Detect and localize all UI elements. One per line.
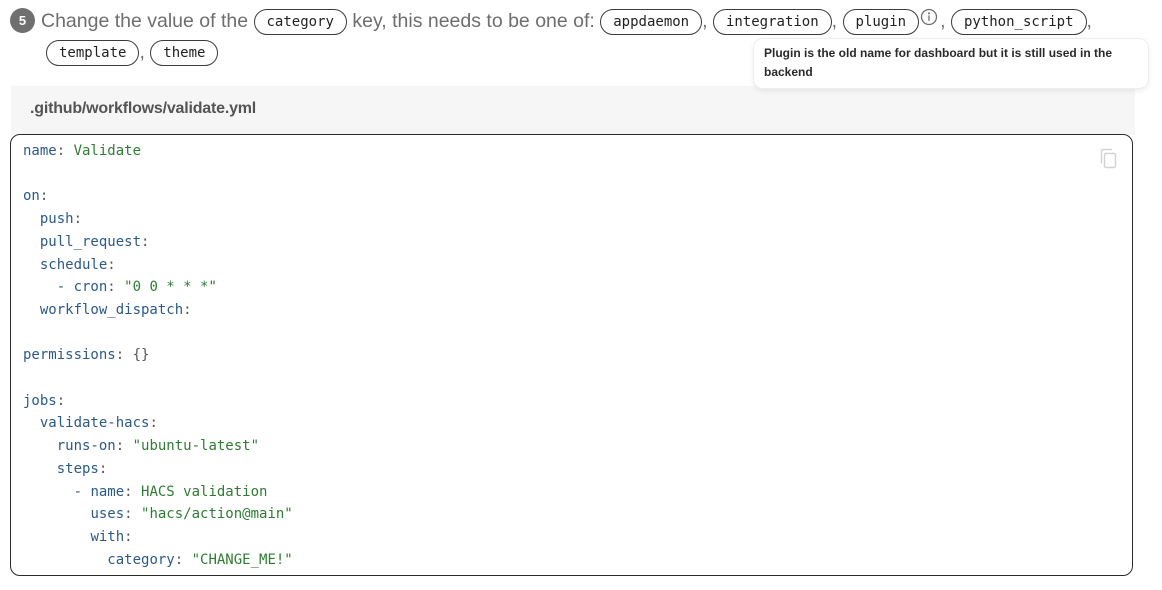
code-key: steps: [56, 460, 99, 477]
option-appdaemon: appdaemon: [600, 9, 703, 35]
option-plugin: plugin: [842, 9, 920, 35]
code-key: push: [39, 211, 74, 228]
option-template: template: [46, 40, 140, 66]
code-key: pull_request: [39, 233, 142, 250]
copy-icon[interactable]: [1098, 147, 1120, 171]
info-circle-icon[interactable]: [920, 8, 938, 26]
step-text-after: key, this needs to be one of:: [352, 10, 595, 32]
code-key: on: [23, 188, 40, 205]
code-key: jobs: [23, 392, 57, 409]
separator: ,: [831, 10, 838, 32]
code-block: name: Validate on: push: pull_request: s…: [10, 134, 1133, 576]
file-name: .github/workflows/validate.yml: [30, 100, 257, 117]
code-value: {}: [132, 347, 150, 364]
code-key: name: [90, 483, 125, 500]
separator: ,: [1086, 10, 1092, 32]
option-python-script: python_script: [950, 9, 1087, 35]
code-key: runs-on: [56, 438, 116, 455]
file-header: .github/workflows/validate.yml: [11, 86, 1135, 135]
yaml-code: name: Validate on: push: pull_request: s…: [23, 143, 293, 568]
separator: ,: [139, 41, 145, 63]
code-value: HACS validation: [141, 483, 268, 500]
separator: ,: [940, 10, 946, 32]
code-dash: -: [56, 279, 74, 296]
step-text-before: Change the value of the: [41, 10, 249, 32]
code-key: schedule: [39, 256, 108, 273]
separator: ,: [702, 10, 708, 32]
option-theme: theme: [150, 40, 219, 66]
code-value: Validate: [73, 143, 142, 159]
category-key-pill: category: [253, 9, 347, 35]
code-string: "CHANGE_ME!": [191, 551, 293, 568]
code-string: "hacs/action@main": [141, 506, 293, 523]
step-row-1: 5 Change the value of the category key, t…: [10, 6, 1155, 37]
code-key: uses: [90, 506, 125, 523]
code-key: permissions: [23, 347, 116, 364]
code-string: "0 0 * * *": [124, 279, 217, 296]
code-key: name: [23, 143, 57, 159]
step-number-badge: 5: [10, 8, 35, 33]
code-key: validate-hacs: [39, 415, 150, 432]
code-string: "ubuntu-latest": [132, 438, 260, 455]
code-key: with: [90, 528, 125, 545]
code-dash: -: [73, 483, 91, 500]
code-key: category: [107, 551, 175, 568]
code-key: cron: [73, 279, 108, 296]
plugin-tooltip: Plugin is the old name for dashboard but…: [753, 38, 1149, 89]
code-key: workflow_dispatch: [39, 301, 184, 318]
option-integration: integration: [712, 9, 832, 35]
